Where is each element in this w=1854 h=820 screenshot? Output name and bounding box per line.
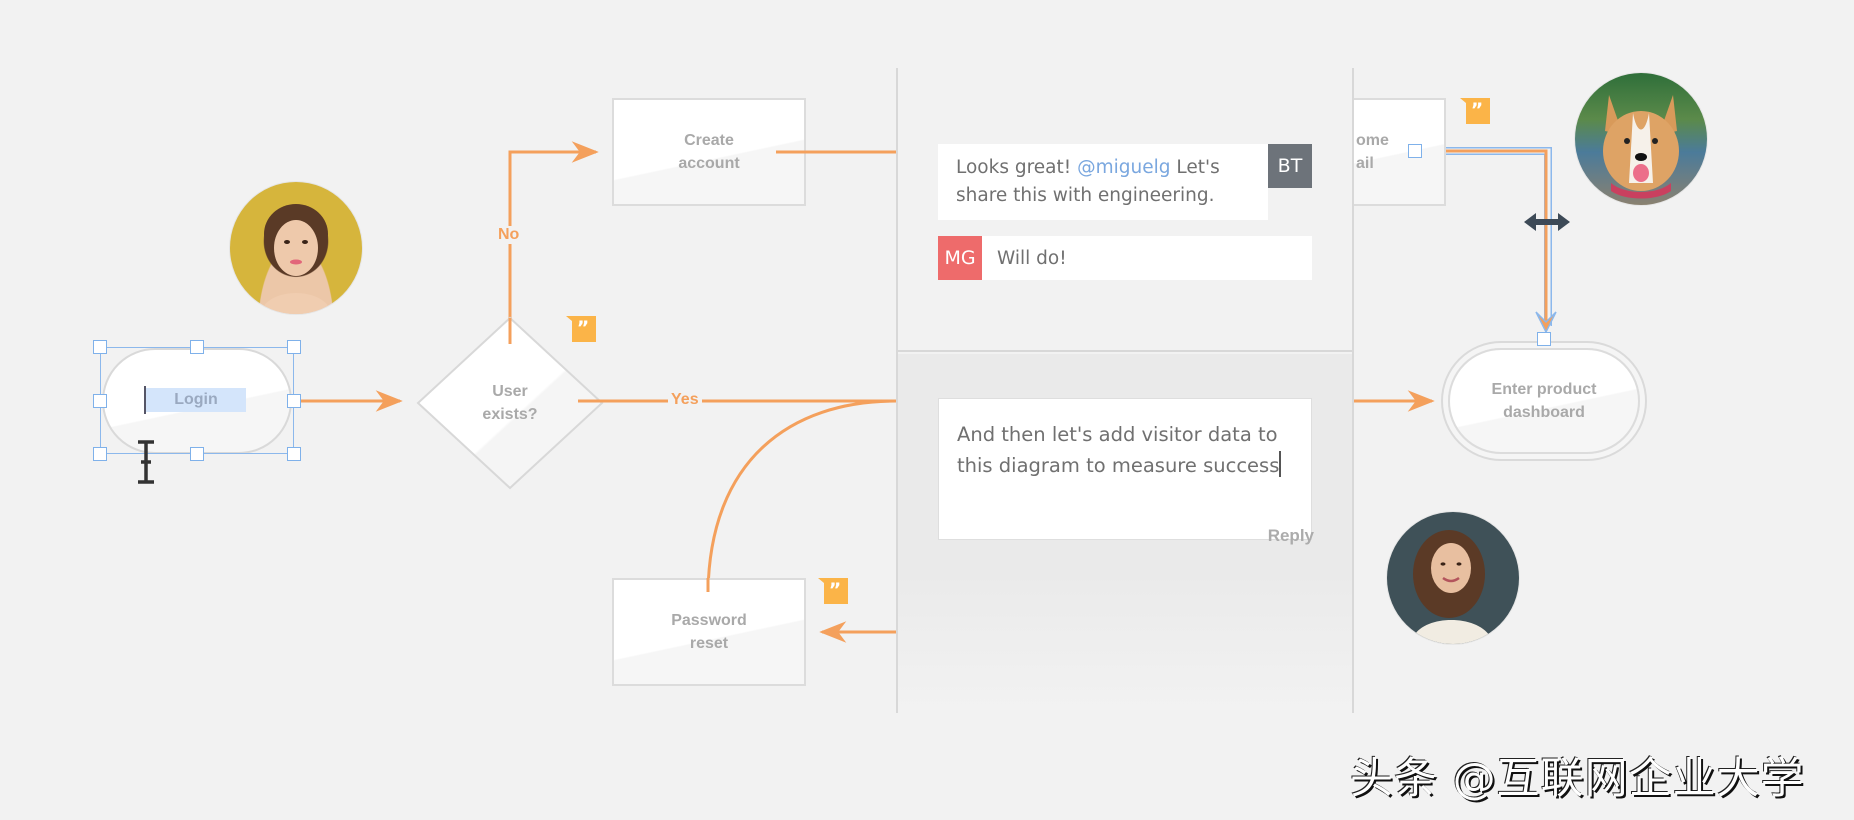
avatar-photo-icon (1411, 530, 1493, 644)
welcome-email-label: ome ail (1356, 132, 1389, 172)
comment-badge-icon[interactable]: ” (566, 316, 596, 342)
connector-endpoint-handle-end[interactable] (1537, 332, 1551, 346)
mention-link[interactable]: @miguelg (1077, 157, 1170, 178)
watermark: 头条 @互联网企业大学 (1350, 754, 1805, 804)
edge-label-no: No (495, 226, 523, 244)
comment-badge-icon[interactable]: ” (1460, 98, 1490, 124)
reply-area: And then let's add visitor data to this … (898, 354, 1352, 713)
comment-message-bt: Looks great! @miguelg Let's share this w… (938, 144, 1268, 220)
avatar-photo-icon (260, 204, 332, 314)
resize-handle-bottom-right[interactable] (287, 447, 301, 461)
resize-handle-top[interactable] (190, 340, 204, 354)
user-exists-label: User exists? (482, 383, 538, 423)
node-password-reset[interactable]: Password reset (612, 578, 806, 686)
connector-curve-to-password-reset[interactable] (706, 399, 897, 593)
collaborator-avatar-corgi[interactable] (1575, 73, 1707, 205)
svg-text:”: ” (1471, 99, 1484, 121)
resize-handle-left[interactable] (93, 394, 107, 408)
svg-text:”: ” (829, 579, 842, 601)
comment-message-mg: Will do! (982, 236, 1312, 280)
edge-label-yes: Yes (668, 391, 702, 409)
resize-handle-bottom[interactable] (190, 447, 204, 461)
resize-horizontal-cursor-icon (1524, 213, 1570, 231)
collaborator-avatar-woman-yellow[interactable] (230, 182, 362, 314)
comment-thread: Looks great! @miguelg Let's share this w… (898, 68, 1352, 352)
node-create-account[interactable]: Create account (612, 98, 806, 206)
connector-endpoint-handle-start[interactable] (1408, 144, 1422, 158)
avatar-photo-icon (1603, 95, 1679, 199)
password-reset-label: Password reset (671, 612, 747, 652)
reply-input[interactable]: And then let's add visitor data to this … (938, 398, 1312, 540)
node-enter-dashboard[interactable]: Enter product dashboard (1448, 348, 1640, 454)
resize-handle-top-right[interactable] (287, 340, 301, 354)
avatar-initials-mg[interactable]: MG (938, 236, 982, 280)
comment-panel: Looks great! @miguelg Let's share this w… (896, 68, 1354, 713)
comment-text: Looks great! (956, 157, 1078, 178)
resize-handle-bottom-left[interactable] (93, 447, 107, 461)
selection-box-login (100, 347, 294, 454)
avatar-initials-bt[interactable]: BT (1268, 144, 1312, 188)
text-cursor-icon (138, 440, 154, 484)
collaborator-avatar-woman-curly[interactable] (1387, 512, 1519, 644)
enter-dashboard-label: Enter product dashboard (1491, 381, 1597, 421)
diagram-canvas[interactable]: Login User exists? No Yes Create account… (0, 0, 1854, 820)
reply-input-text[interactable]: And then let's add visitor data to this … (957, 423, 1279, 477)
reply-button[interactable]: Reply (1268, 526, 1314, 546)
svg-text:”: ” (577, 317, 590, 339)
node-user-exists[interactable]: User exists? (416, 316, 604, 490)
resize-handle-top-left[interactable] (93, 340, 107, 354)
resize-handle-right[interactable] (287, 394, 301, 408)
text-caret (1279, 451, 1281, 477)
create-account-label: Create account (678, 132, 740, 172)
comment-badge-icon[interactable]: ” (818, 578, 848, 604)
